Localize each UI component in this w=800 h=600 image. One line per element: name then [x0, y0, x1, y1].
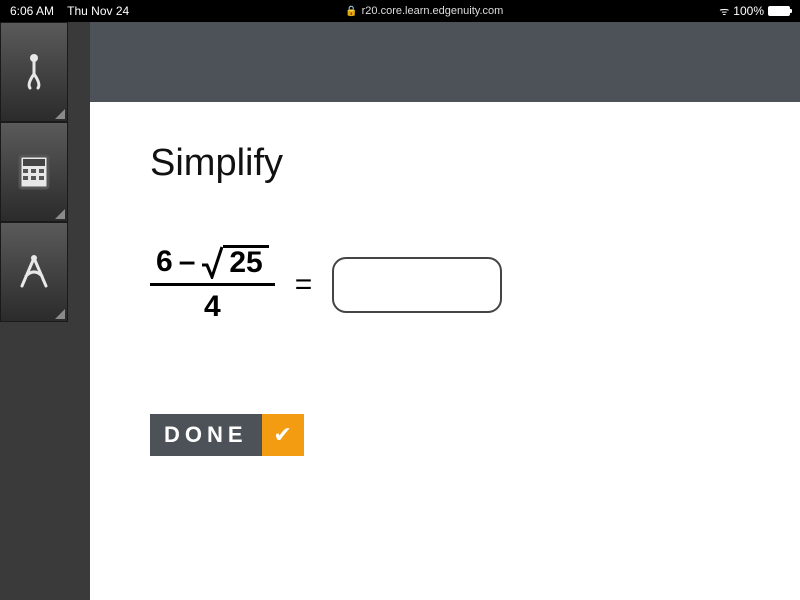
- tool-strip: [0, 22, 68, 322]
- radicand: 25: [223, 245, 268, 278]
- compass-icon: [14, 252, 54, 292]
- corner-icon: [55, 109, 65, 119]
- numerator: 6 – 25: [150, 245, 275, 283]
- status-url-wrap: 🔒 r20.core.learn.edgenuity.com: [129, 5, 719, 17]
- clip-icon: [14, 52, 54, 92]
- math-expression: 6 – 25 4 =: [150, 245, 740, 324]
- check-icon: ✔: [262, 414, 304, 456]
- minus-sign: –: [179, 245, 196, 279]
- battery-icon: [768, 6, 790, 16]
- page-title: Simplify: [150, 142, 740, 185]
- content-header: [90, 22, 800, 102]
- lock-icon: 🔒: [345, 6, 357, 17]
- done-button[interactable]: DONE ✔: [150, 414, 304, 456]
- content-body: Simplify 6 – 25 4 =: [90, 102, 800, 600]
- wifi-icon: ᯤ: [719, 4, 729, 19]
- square-root: 25: [201, 245, 268, 279]
- tool-clip[interactable]: [0, 22, 68, 122]
- corner-icon: [55, 209, 65, 219]
- status-time-date: 6:06 AM Thu Nov 24: [10, 4, 129, 18]
- content-wrap: Simplify 6 – 25 4 =: [90, 22, 800, 600]
- tool-compass[interactable]: [0, 222, 68, 322]
- calculator-icon: [14, 152, 54, 192]
- status-url: r20.core.learn.edgenuity.com: [362, 5, 504, 17]
- corner-icon: [55, 309, 65, 319]
- numerator-left: 6: [156, 245, 173, 279]
- battery-percent: 100%: [733, 4, 764, 18]
- status-time: 6:06 AM: [10, 4, 54, 18]
- done-label: DONE: [150, 414, 262, 456]
- fraction: 6 – 25 4: [150, 245, 275, 324]
- status-right: ᯤ 100%: [719, 4, 790, 19]
- radical-icon: [201, 245, 223, 279]
- equals-sign: =: [295, 268, 313, 302]
- status-bar: 6:06 AM Thu Nov 24 🔒 r20.core.learn.edge…: [0, 0, 800, 22]
- status-date: Thu Nov 24: [67, 4, 129, 18]
- answer-input[interactable]: [332, 257, 502, 313]
- denominator: 4: [204, 286, 221, 324]
- tool-calculator[interactable]: [0, 122, 68, 222]
